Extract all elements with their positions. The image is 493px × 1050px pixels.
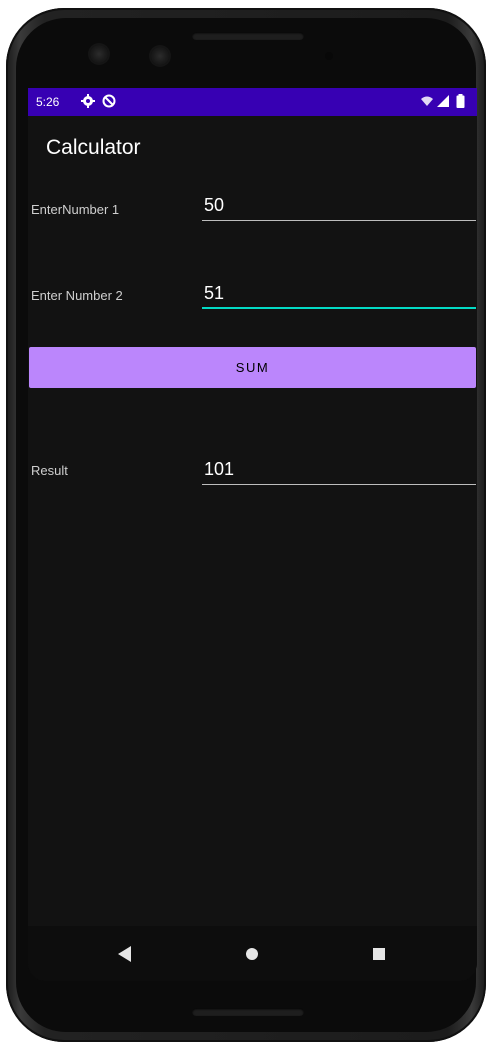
home-icon[interactable] [246, 948, 258, 960]
sum-button[interactable]: SUM [29, 347, 476, 388]
back-icon[interactable] [118, 946, 131, 962]
battery-icon [456, 94, 465, 111]
number2-underline-focused [202, 307, 476, 309]
screen: 5:26 Calculator EnterNumber 1 50 Enter N… [28, 88, 477, 981]
result-underline [202, 484, 476, 485]
bottom-speaker [192, 1008, 304, 1016]
signal-icon [436, 94, 450, 111]
result-label: Result [31, 463, 68, 478]
wifi-icon [420, 94, 434, 111]
front-camera-right [151, 47, 169, 65]
number1-label: EnterNumber 1 [31, 202, 120, 217]
number2-value: 51 [204, 283, 225, 303]
number1-input[interactable]: 50 [202, 191, 476, 221]
number1-value: 50 [204, 195, 225, 215]
settings-icon [81, 94, 95, 111]
number2-input[interactable]: 51 [202, 279, 476, 309]
app-title: Calculator [46, 136, 141, 159]
number1-underline [202, 220, 476, 221]
result-field[interactable]: 101 [202, 455, 476, 485]
proximity-sensor [325, 52, 333, 60]
navigation-bar [28, 926, 477, 981]
status-bar: 5:26 [28, 88, 477, 116]
front-camera-left [90, 45, 108, 63]
data-saver-icon [102, 94, 116, 111]
earpiece-speaker [192, 32, 304, 40]
status-time: 5:26 [36, 95, 60, 109]
number2-label: Enter Number 2 [31, 288, 123, 303]
result-value: 101 [204, 459, 235, 479]
recents-icon[interactable] [373, 948, 385, 960]
